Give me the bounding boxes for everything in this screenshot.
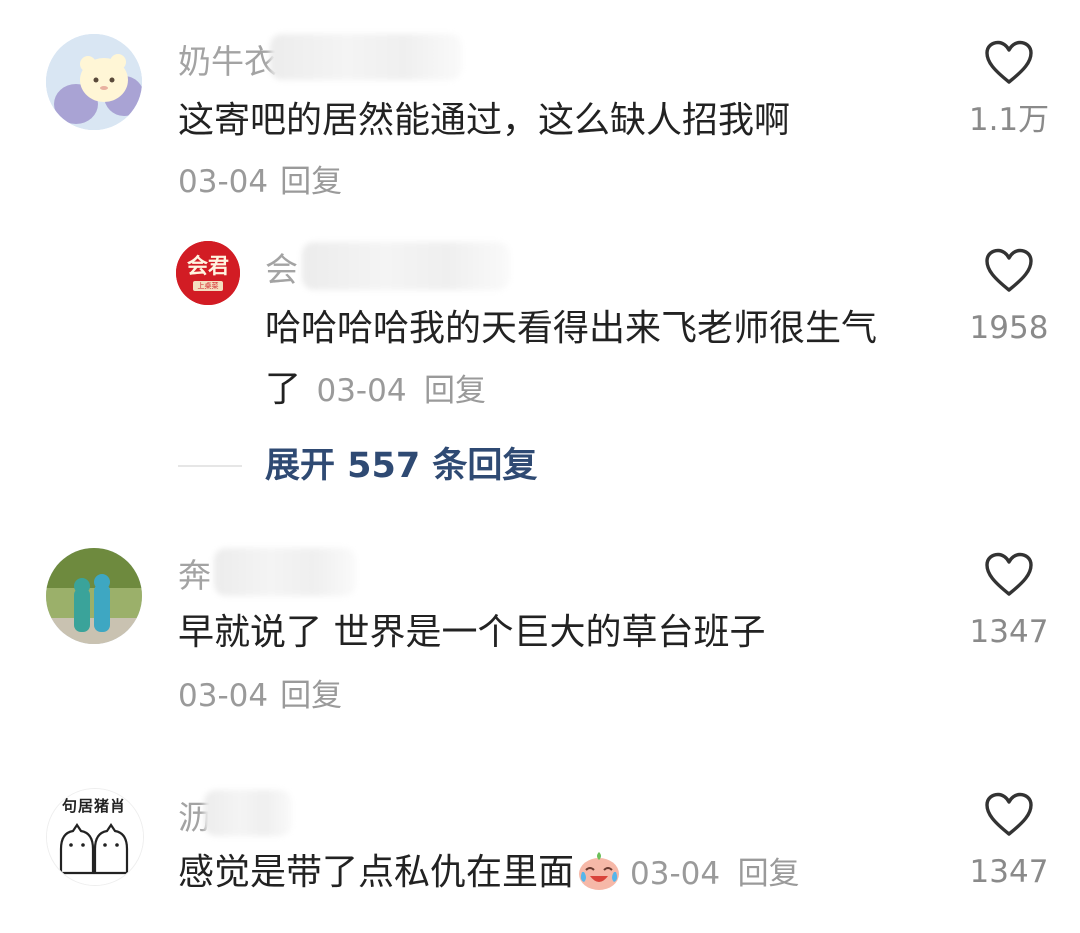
comment-item: 句居猪肖 沥 感觉是带了点私仇在里面 03-04 回复 1347 (0, 0, 1080, 933)
heart-icon[interactable] (984, 792, 1034, 838)
username-blur (204, 790, 292, 836)
comment-text-row: 感觉是带了点私仇在里面 03-04 回复 (178, 844, 800, 903)
avatar-caption: 句居猪肖 (61, 797, 126, 815)
crying-laughing-emoji-icon (579, 852, 620, 890)
reply-button[interactable]: 回复 (738, 856, 800, 892)
like-count: 1347 (969, 854, 1049, 890)
comment-date: 03-04 (630, 856, 721, 892)
comment-text: 感觉是带了点私仇在里面 (178, 852, 575, 893)
